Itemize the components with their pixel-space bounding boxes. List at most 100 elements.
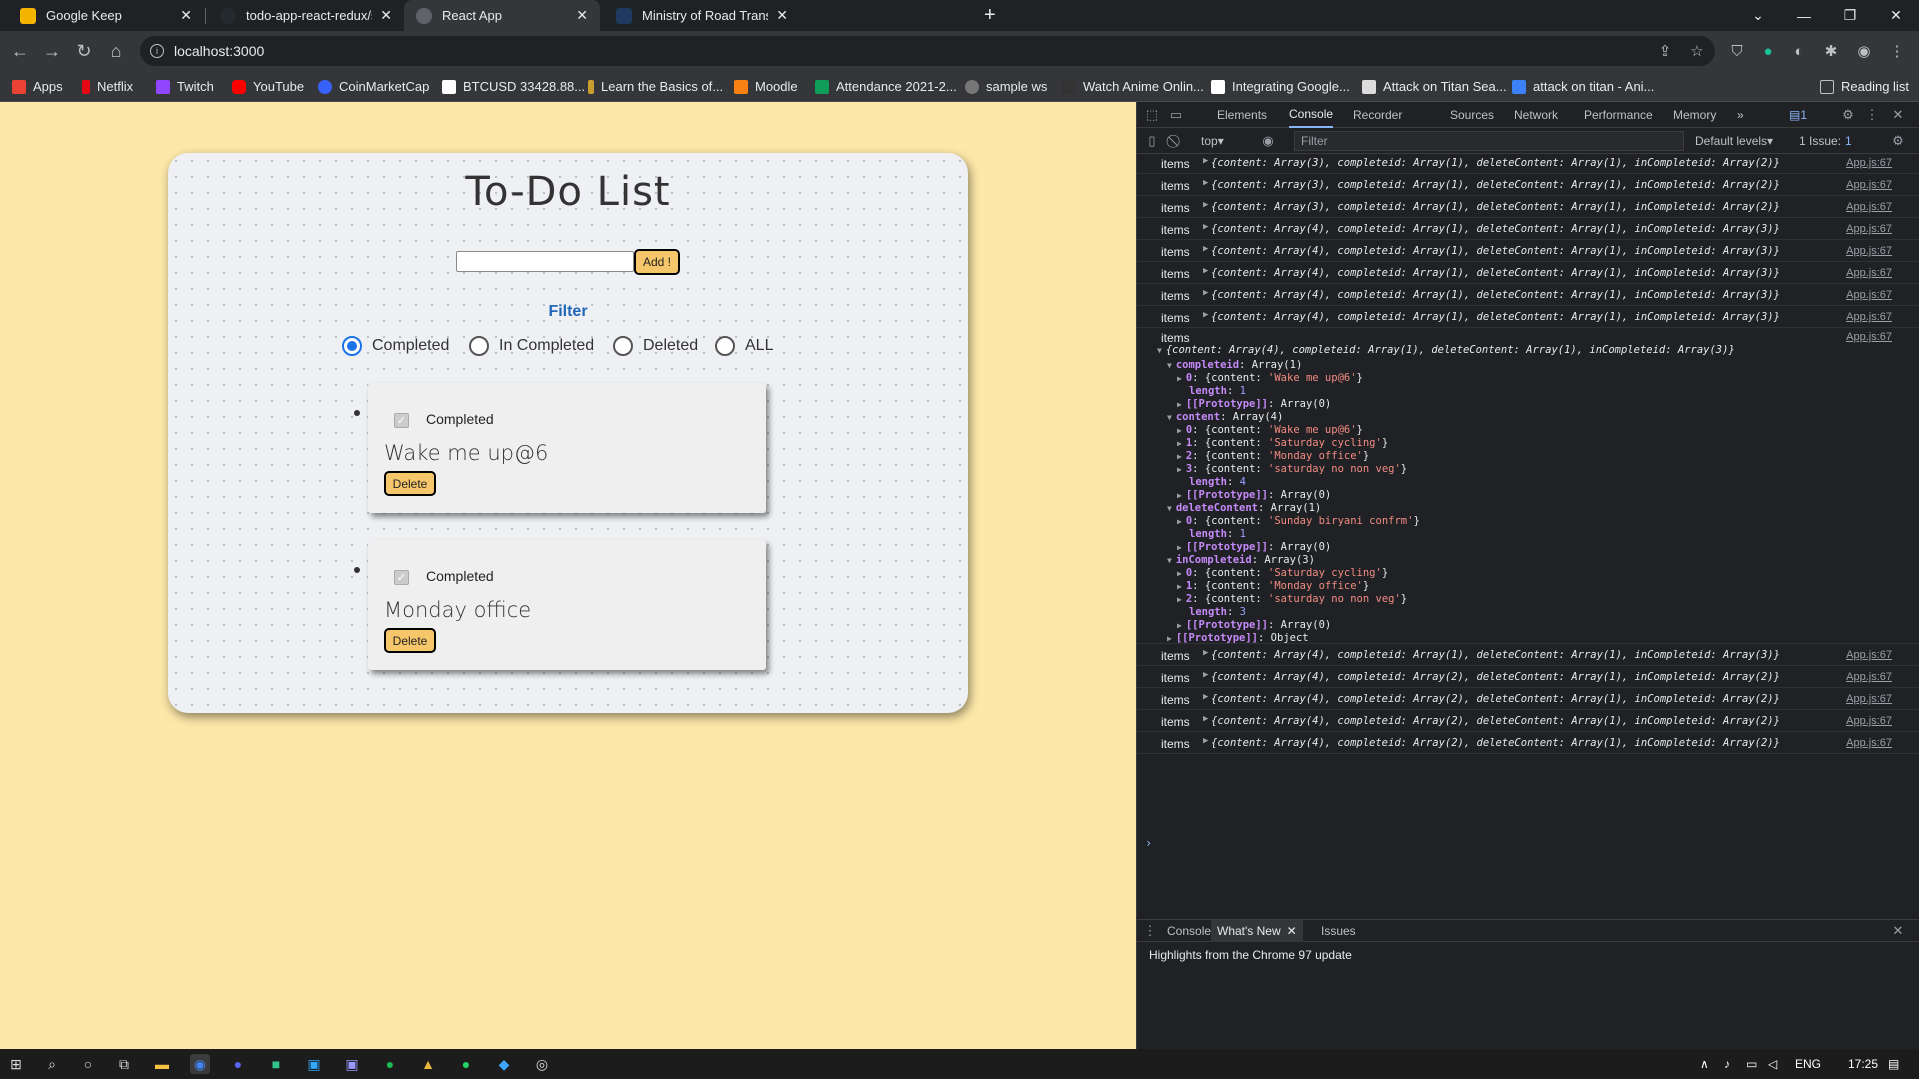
- tree-line[interactable]: ▶ 2: {content: 'saturday no non veg'}: [1177, 593, 1407, 605]
- bookmark-youtube[interactable]: YouTube: [232, 71, 304, 102]
- search-icon[interactable]: ⌕: [42, 1054, 62, 1074]
- share-icon[interactable]: ⇪: [1654, 40, 1676, 62]
- collapsed-triangle-icon[interactable]: ▶: [1203, 266, 1208, 276]
- log-value[interactable]: {content: Array(4), completeid: Array(2)…: [1211, 715, 1780, 727]
- add-button[interactable]: Add !: [634, 249, 680, 275]
- browser-tab[interactable]: Google Keep ✕: [8, 0, 204, 31]
- filter-completed-radio[interactable]: Completed: [342, 336, 449, 356]
- tree-line[interactable]: ▼ content: Array(4): [1167, 411, 1283, 423]
- console-settings-icon[interactable]: ⚙: [1889, 132, 1907, 150]
- log-value[interactable]: {content: Array(4), completeid: Array(1)…: [1211, 311, 1780, 323]
- app-yellow-icon[interactable]: ▲: [418, 1054, 438, 1074]
- bookmark-sample-ws[interactable]: sample ws: [965, 71, 1047, 102]
- clear-console-icon[interactable]: ⃠: [1167, 132, 1185, 150]
- object-summary[interactable]: ▼ {content: Array(4), completeid: Array(1…: [1157, 344, 1735, 356]
- log-levels-select[interactable]: Default levels ▾: [1695, 128, 1773, 154]
- more-tabs-icon[interactable]: »: [1737, 102, 1744, 128]
- log-source-link[interactable]: App.js:67: [1846, 649, 1892, 661]
- minimize-icon[interactable]: —: [1781, 0, 1827, 31]
- log-value[interactable]: {content: Array(4), completeid: Array(2)…: [1211, 693, 1780, 705]
- task-view-icon[interactable]: ⧉: [114, 1054, 134, 1074]
- grammarly-icon[interactable]: ●: [1757, 40, 1779, 62]
- tab-network[interactable]: Network: [1514, 102, 1558, 128]
- log-source-link[interactable]: App.js:67: [1846, 179, 1892, 191]
- forward-icon[interactable]: →: [38, 37, 66, 65]
- bookmark-attack-on-titan-anime[interactable]: attack on titan - Ani...: [1512, 71, 1654, 102]
- close-tab-icon[interactable]: ✕: [180, 7, 192, 24]
- tree-line[interactable]: ▶ 1: {content: 'Saturday cycling'}: [1177, 437, 1388, 449]
- network-icon[interactable]: ▭: [1746, 1049, 1757, 1079]
- log-source-link[interactable]: App.js:67: [1846, 245, 1892, 257]
- bookmark-watch-anime[interactable]: Watch Anime Onlin...: [1062, 71, 1204, 102]
- log-value[interactable]: {content: Array(4), completeid: Array(1)…: [1211, 223, 1780, 235]
- shield-extension-icon[interactable]: ⛉: [1726, 40, 1748, 62]
- log-source-link[interactable]: App.js:67: [1846, 671, 1892, 683]
- bookmark-btcusd[interactable]: BTCUSD 33428.88...: [442, 71, 585, 102]
- clock[interactable]: 17:25: [1848, 1049, 1878, 1079]
- log-source-link[interactable]: App.js:67: [1846, 693, 1892, 705]
- reload-icon[interactable]: ↻: [70, 37, 98, 65]
- close-window-icon[interactable]: ✕: [1873, 0, 1919, 31]
- tree-line[interactable]: ▶ [[Prototype]]: Array(0): [1177, 489, 1331, 501]
- log-value[interactable]: {content: Array(3), completeid: Array(1)…: [1211, 201, 1780, 213]
- bookmark-attack-on-titan-season[interactable]: Attack on Titan Sea...: [1362, 71, 1507, 102]
- close-tab-icon[interactable]: ✕: [1287, 924, 1297, 938]
- settings-gear-icon[interactable]: ⚙: [1839, 106, 1857, 124]
- messages-badge[interactable]: ▤ 1: [1789, 102, 1807, 128]
- close-devtools-icon[interactable]: ✕: [1889, 106, 1907, 124]
- log-value[interactable]: {content: Array(3), completeid: Array(1)…: [1211, 157, 1780, 169]
- language-indicator[interactable]: ENG: [1795, 1049, 1821, 1079]
- reading-list-button[interactable]: Reading list: [1820, 71, 1909, 102]
- completed-checkbox[interactable]: ✓: [394, 570, 409, 585]
- log-value[interactable]: {content: Array(3), completeid: Array(1)…: [1211, 179, 1780, 191]
- discord-icon[interactable]: ●: [228, 1054, 248, 1074]
- tree-line[interactable]: ▶ [[Prototype]]: Array(0): [1177, 398, 1331, 410]
- cortana-icon[interactable]: ○: [78, 1054, 98, 1074]
- bookmark-moodle[interactable]: Moodle: [734, 71, 798, 102]
- tab-recorder[interactable]: Recorder: [1353, 102, 1402, 128]
- maximize-icon[interactable]: ❐: [1827, 0, 1873, 31]
- bookmark-apps[interactable]: Apps: [12, 71, 63, 102]
- bookmark-attendance[interactable]: Attendance 2021-2...: [815, 71, 957, 102]
- log-source-link[interactable]: App.js:67: [1846, 201, 1892, 213]
- tree-line[interactable]: ▼ inCompleteid: Array(3): [1167, 554, 1315, 566]
- tab-memory[interactable]: Memory: [1673, 102, 1716, 128]
- close-tab-icon[interactable]: ✕: [576, 7, 588, 24]
- collapsed-triangle-icon[interactable]: ▶: [1203, 222, 1208, 232]
- premiere-icon[interactable]: ▣: [342, 1054, 362, 1074]
- log-value[interactable]: {content: Array(4), completeid: Array(2)…: [1211, 737, 1780, 749]
- volume-icon[interactable]: ◁: [1768, 1049, 1777, 1079]
- log-source-link[interactable]: App.js:67: [1846, 157, 1892, 169]
- drawer-tab-whats-new[interactable]: What's New ✕: [1211, 920, 1303, 942]
- log-source-link[interactable]: App.js:67: [1846, 311, 1892, 323]
- bookmark-coinmarketcap[interactable]: CoinMarketCap: [318, 71, 429, 102]
- profile-avatar[interactable]: ◉: [1853, 40, 1875, 62]
- collapsed-triangle-icon[interactable]: ▶: [1203, 670, 1208, 680]
- log-value[interactable]: {content: Array(4), completeid: Array(1)…: [1211, 649, 1780, 661]
- tree-line[interactable]: ▶ [[Prototype]]: Array(0): [1177, 541, 1331, 553]
- tab-sources[interactable]: Sources: [1450, 102, 1494, 128]
- context-select[interactable]: top ▾: [1201, 128, 1224, 154]
- log-source-link[interactable]: App.js:67: [1846, 289, 1892, 301]
- console-filter-input[interactable]: Filter: [1294, 131, 1684, 151]
- filter-all-radio[interactable]: ALL: [715, 336, 773, 356]
- extension-circle-icon[interactable]: ◐: [1788, 40, 1810, 62]
- browser-tab[interactable]: Ministry of Road Transport and H ✕: [604, 0, 800, 31]
- close-drawer-icon[interactable]: ✕: [1889, 922, 1907, 940]
- delete-button[interactable]: Delete: [384, 628, 436, 653]
- console-prompt[interactable]: ›: [1145, 836, 1152, 850]
- sidebar-toggle-icon[interactable]: ▯: [1143, 132, 1161, 150]
- log-value[interactable]: {content: Array(4), completeid: Array(1)…: [1211, 289, 1780, 301]
- tree-line[interactable]: ▶ 0: {content: 'Wake me up@6'}: [1177, 424, 1363, 436]
- collapsed-triangle-icon[interactable]: ▶: [1203, 244, 1208, 254]
- chrome-icon[interactable]: ◉: [190, 1054, 210, 1074]
- log-source-link[interactable]: App.js:67: [1846, 737, 1892, 749]
- new-tab-button[interactable]: +: [972, 0, 1002, 31]
- collapsed-triangle-icon[interactable]: ▶: [1203, 736, 1208, 746]
- log-source-link[interactable]: App.js:67: [1846, 331, 1892, 343]
- tree-line[interactable]: ▶ 3: {content: 'saturday no non veg'}: [1177, 463, 1407, 475]
- bookmark-learn-basics[interactable]: Learn the Basics of...: [588, 71, 723, 102]
- log-value[interactable]: {content: Array(4), completeid: Array(2)…: [1211, 671, 1780, 683]
- spotify-icon[interactable]: ●: [380, 1054, 400, 1074]
- collapsed-triangle-icon[interactable]: ▶: [1203, 156, 1208, 166]
